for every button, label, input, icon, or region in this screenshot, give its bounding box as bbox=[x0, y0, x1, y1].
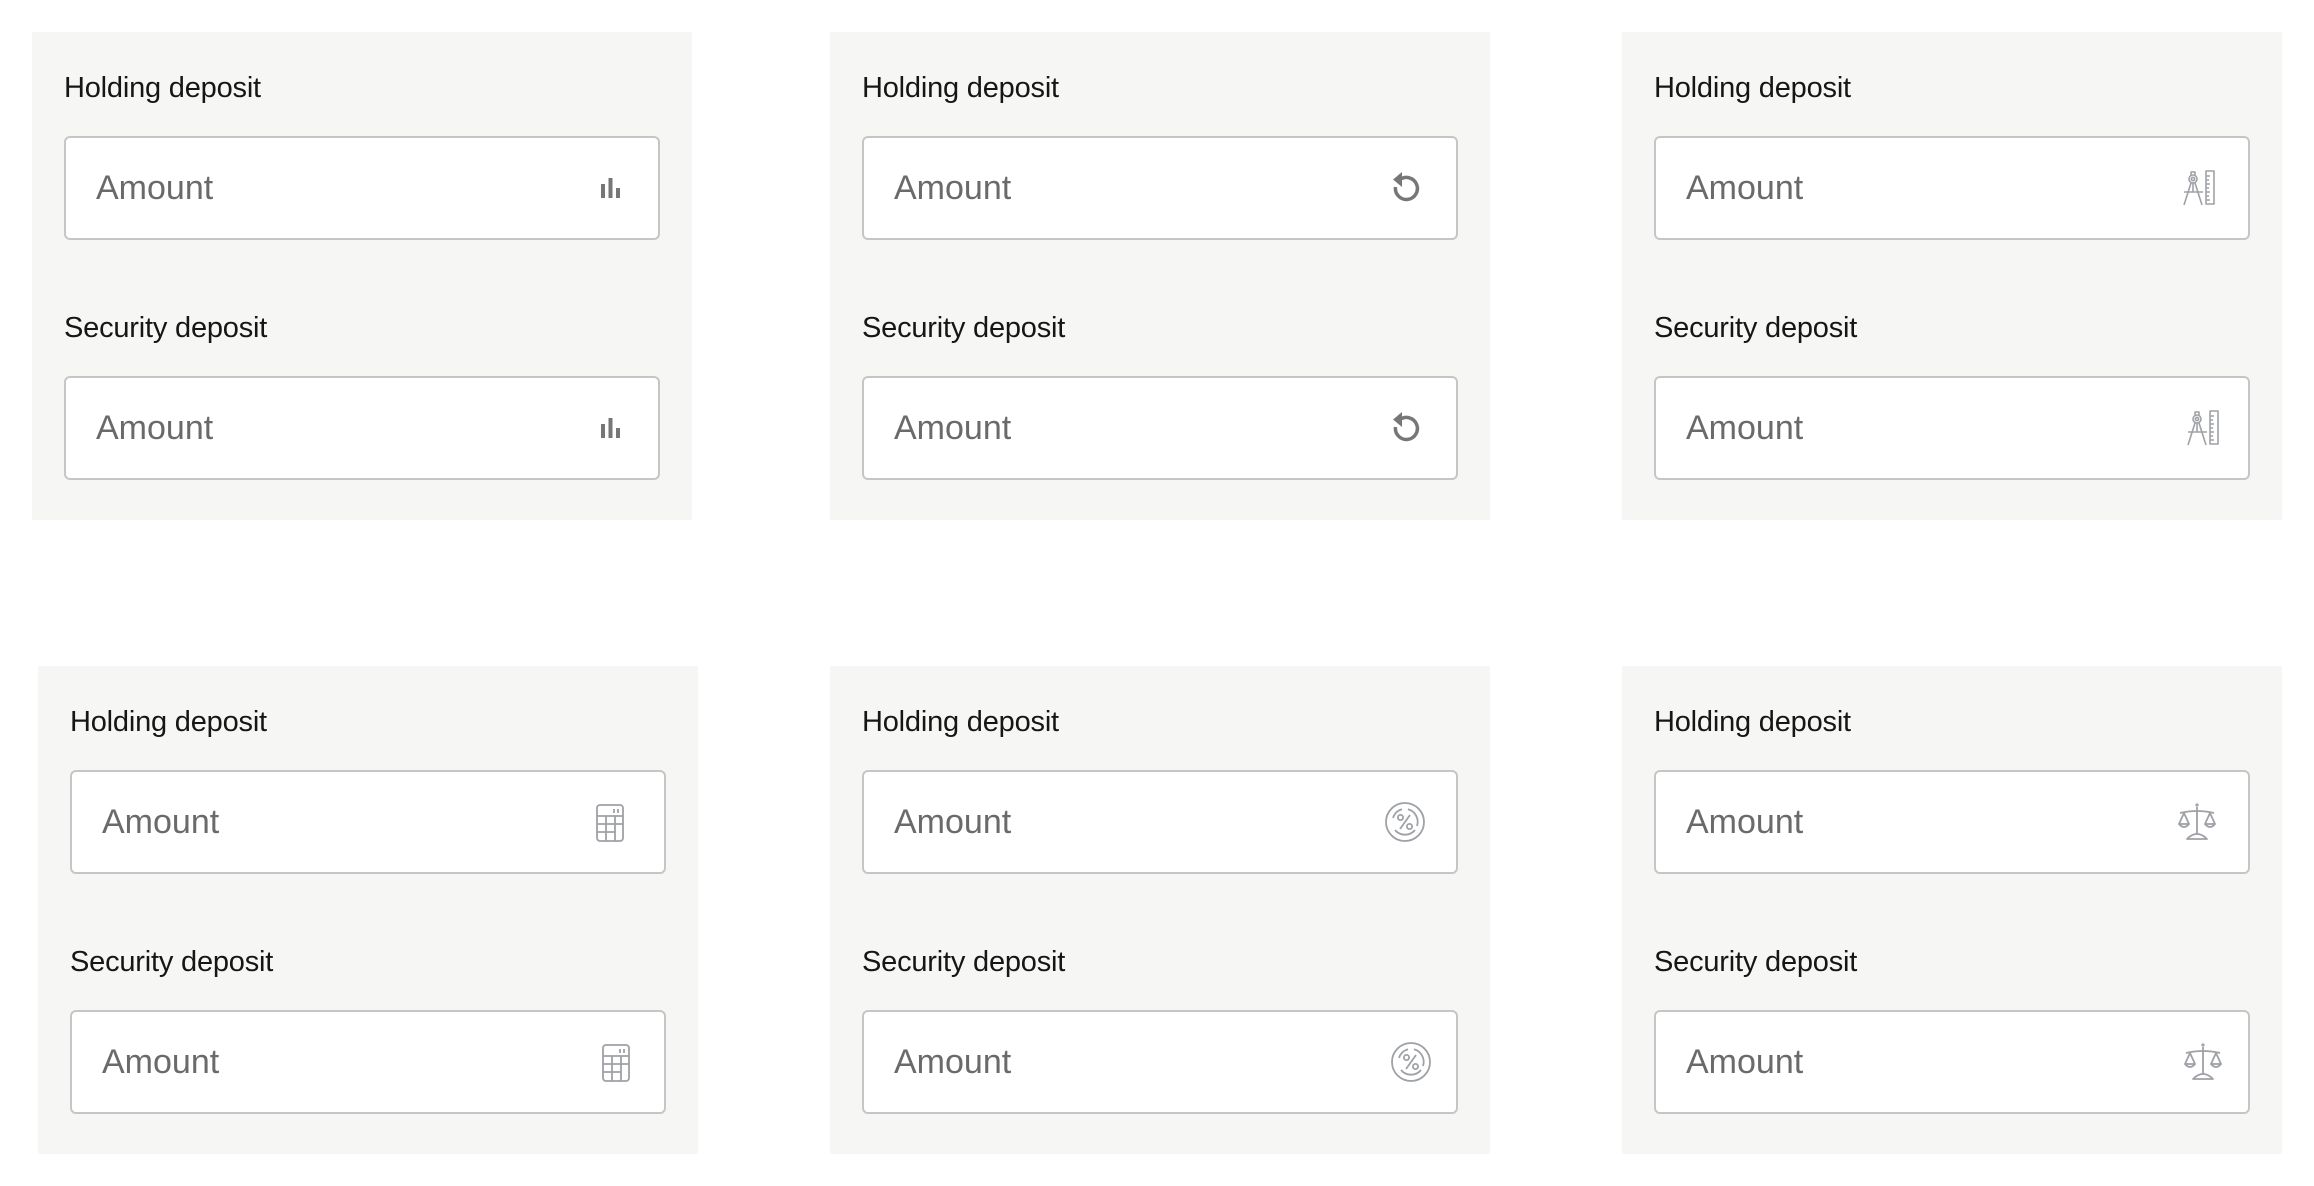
security-deposit-amount-input[interactable] bbox=[96, 378, 536, 478]
security-deposit-field[interactable] bbox=[862, 376, 1458, 480]
holding-deposit-label: Holding deposit bbox=[70, 706, 267, 738]
security-deposit-label: Security deposit bbox=[862, 312, 1066, 344]
security-deposit-label: Security deposit bbox=[70, 946, 274, 978]
holding-deposit-field[interactable] bbox=[1654, 136, 2250, 240]
compass-ruler-icon bbox=[2180, 405, 2226, 451]
deposit-panel-bar-chart: Holding deposit Security deposit bbox=[32, 32, 692, 520]
scales-icon bbox=[2174, 799, 2220, 845]
undo-icon bbox=[1378, 165, 1424, 211]
security-deposit-amount-input[interactable] bbox=[1686, 378, 2126, 478]
bar-chart-icon bbox=[588, 165, 634, 211]
holding-deposit-amount-input[interactable] bbox=[1686, 772, 2126, 872]
deposit-panel-compass-ruler: Holding deposit Security deposit bbox=[1622, 32, 2282, 520]
percent-icon bbox=[1388, 1039, 1434, 1085]
percent-icon bbox=[1382, 799, 1428, 845]
security-deposit-label: Security deposit bbox=[1654, 946, 1858, 978]
compass-ruler-icon bbox=[2176, 165, 2222, 211]
holding-deposit-label: Holding deposit bbox=[1654, 706, 1851, 738]
security-deposit-field[interactable] bbox=[64, 376, 660, 480]
calculator-icon bbox=[592, 1039, 638, 1085]
calculator-icon bbox=[586, 799, 632, 845]
security-deposit-field[interactable] bbox=[1654, 1010, 2250, 1114]
holding-deposit-field[interactable] bbox=[70, 770, 666, 874]
holding-deposit-amount-input[interactable] bbox=[1686, 138, 2126, 238]
holding-deposit-field[interactable] bbox=[1654, 770, 2250, 874]
security-deposit-amount-input[interactable] bbox=[894, 378, 1334, 478]
deposit-panel-scales: Holding deposit Security deposit bbox=[1622, 666, 2282, 1154]
holding-deposit-label: Holding deposit bbox=[1654, 72, 1851, 104]
scales-icon bbox=[2180, 1039, 2226, 1085]
deposit-panel-calculator: Holding deposit Security deposit bbox=[38, 666, 698, 1154]
security-deposit-field[interactable] bbox=[70, 1010, 666, 1114]
holding-deposit-field[interactable] bbox=[862, 770, 1458, 874]
security-deposit-amount-input[interactable] bbox=[102, 1012, 542, 1112]
holding-deposit-label: Holding deposit bbox=[862, 706, 1059, 738]
holding-deposit-amount-input[interactable] bbox=[894, 138, 1334, 238]
holding-deposit-label: Holding deposit bbox=[862, 72, 1059, 104]
holding-deposit-field[interactable] bbox=[862, 136, 1458, 240]
holding-deposit-label: Holding deposit bbox=[64, 72, 261, 104]
holding-deposit-amount-input[interactable] bbox=[96, 138, 536, 238]
security-deposit-amount-input[interactable] bbox=[1686, 1012, 2126, 1112]
holding-deposit-amount-input[interactable] bbox=[102, 772, 542, 872]
security-deposit-label: Security deposit bbox=[1654, 312, 1858, 344]
security-deposit-label: Security deposit bbox=[64, 312, 268, 344]
security-deposit-field[interactable] bbox=[1654, 376, 2250, 480]
deposit-panel-percent: Holding deposit Security deposit bbox=[830, 666, 1490, 1154]
deposit-panel-undo: Holding deposit Security deposit bbox=[830, 32, 1490, 520]
security-deposit-amount-input[interactable] bbox=[894, 1012, 1334, 1112]
bar-chart-icon bbox=[588, 405, 634, 451]
security-deposit-field[interactable] bbox=[862, 1010, 1458, 1114]
security-deposit-label: Security deposit bbox=[862, 946, 1066, 978]
undo-icon bbox=[1378, 405, 1424, 451]
holding-deposit-field[interactable] bbox=[64, 136, 660, 240]
holding-deposit-amount-input[interactable] bbox=[894, 772, 1334, 872]
